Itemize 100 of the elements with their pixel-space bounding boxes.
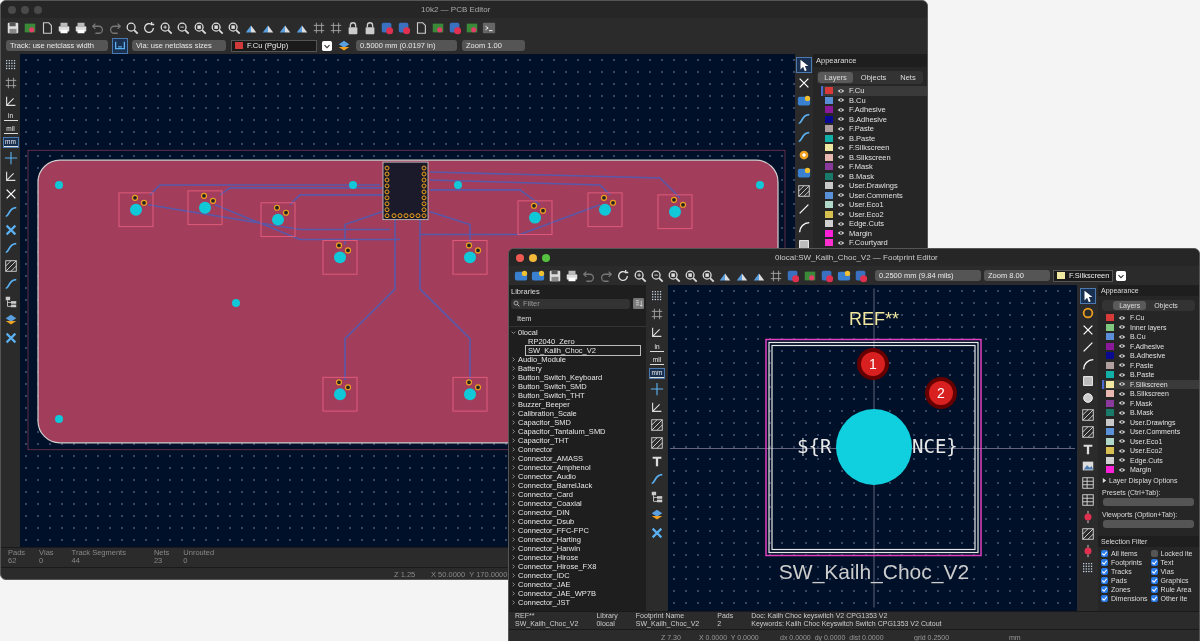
rectangle-icon[interactable] (1080, 374, 1095, 388)
chevron-icon[interactable] (511, 501, 516, 506)
chevron-icon[interactable] (511, 546, 516, 551)
eye-icon[interactable] (837, 220, 845, 227)
eye-icon[interactable] (1118, 352, 1126, 359)
hatch-icon[interactable] (1080, 425, 1095, 439)
chevron-icon[interactable] (511, 384, 516, 389)
grid-icon[interactable] (650, 307, 664, 321)
print-icon[interactable] (565, 268, 579, 283)
eye-icon[interactable] (837, 211, 845, 218)
chevron-icon[interactable] (511, 537, 516, 542)
arc-icon[interactable] (1080, 357, 1095, 371)
layer-color-swatch[interactable] (825, 87, 833, 95)
close-button[interactable] (516, 253, 524, 262)
page-icon[interactable] (414, 20, 428, 35)
track-toggle-icon[interactable] (113, 38, 127, 53)
chevron-icon[interactable] (511, 519, 516, 524)
x-mark-icon[interactable] (797, 76, 811, 90)
layer-color-swatch[interactable] (1106, 371, 1114, 379)
line-icon[interactable] (797, 202, 811, 216)
chevron-icon[interactable] (511, 357, 516, 362)
via-icon[interactable] (797, 148, 811, 162)
hatch-icon[interactable] (1080, 408, 1095, 422)
eye-icon[interactable] (1118, 438, 1126, 445)
checkbox[interactable] (1150, 594, 1158, 602)
layer-color-swatch[interactable] (1106, 323, 1114, 331)
chevron-icon[interactable] (511, 582, 516, 587)
layer-color-swatch[interactable] (825, 220, 833, 228)
route-icon[interactable] (797, 130, 811, 144)
zoom-fit-icon[interactable] (667, 268, 681, 283)
library-icon[interactable] (531, 268, 545, 283)
checkbox[interactable] (1101, 576, 1108, 584)
terminal-icon[interactable] (482, 20, 496, 35)
layer-color-swatch[interactable] (1106, 390, 1114, 398)
image-icon[interactable] (1080, 459, 1095, 473)
eye-icon[interactable] (837, 230, 845, 237)
text-tool-icon[interactable] (650, 454, 664, 468)
angle-icon[interactable] (650, 400, 664, 414)
route-icon[interactable] (797, 112, 811, 126)
checkbox[interactable] (1150, 585, 1158, 593)
layers-icon[interactable] (650, 508, 664, 522)
eye-icon[interactable] (1118, 381, 1126, 388)
pad-icon[interactable] (1080, 306, 1095, 320)
chevron-icon[interactable] (511, 402, 516, 407)
minimize-button[interactable] (529, 253, 537, 262)
layer-color-swatch[interactable] (825, 96, 833, 104)
grid-icon[interactable] (3, 76, 18, 90)
eye-icon[interactable] (837, 87, 845, 94)
chevron-icon[interactable] (511, 573, 516, 578)
chevron-icon[interactable] (511, 555, 516, 560)
layer-color-swatch[interactable] (825, 134, 833, 142)
library-icon[interactable] (797, 166, 811, 180)
layer-color-swatch[interactable] (1106, 456, 1114, 464)
layer-color-swatch[interactable] (1106, 314, 1114, 322)
table-icon[interactable] (1080, 493, 1095, 507)
checkbox[interactable] (1101, 567, 1108, 575)
chevron-icon[interactable] (511, 420, 516, 425)
print-icon[interactable] (57, 20, 71, 35)
save-icon[interactable] (548, 268, 562, 283)
grid-icon[interactable] (329, 20, 343, 35)
chevron-icon[interactable] (511, 438, 516, 443)
eye-icon[interactable] (837, 106, 845, 113)
check-icon[interactable] (380, 20, 394, 35)
layer-color-swatch[interactable] (825, 144, 833, 152)
checkbox[interactable] (1150, 567, 1158, 575)
eye-icon[interactable] (1118, 457, 1126, 464)
zoom-fit-icon[interactable] (210, 20, 224, 35)
hatch-icon[interactable] (797, 184, 811, 198)
hatch-icon[interactable] (3, 259, 18, 273)
eye-icon[interactable] (1118, 314, 1126, 321)
checkbox[interactable] (1150, 558, 1158, 566)
checkbox[interactable] (1101, 585, 1108, 593)
hatch-icon[interactable] (650, 436, 664, 450)
hierarchy-icon[interactable] (650, 490, 664, 504)
route-icon[interactable] (3, 205, 18, 219)
eye-icon[interactable] (837, 125, 845, 132)
angle-icon[interactable] (3, 169, 18, 183)
checkbox[interactable] (1150, 549, 1158, 557)
refresh-icon[interactable] (616, 268, 630, 283)
check-icon[interactable] (820, 268, 834, 283)
eye-icon[interactable] (1118, 447, 1126, 454)
layer-color-swatch[interactable] (825, 191, 833, 199)
library-icon[interactable] (797, 94, 811, 108)
layer-color-swatch[interactable] (1106, 447, 1114, 455)
layers-icon[interactable] (337, 38, 351, 53)
chevron-icon[interactable] (511, 564, 516, 569)
library-icon[interactable] (837, 268, 851, 283)
chevron-icon[interactable] (511, 375, 516, 380)
dot-grid-icon[interactable] (1080, 561, 1095, 575)
lock-icon[interactable] (346, 20, 360, 35)
eye-icon[interactable] (1118, 409, 1126, 416)
layer-color-swatch[interactable] (1106, 342, 1114, 350)
layer-color-swatch[interactable] (1106, 399, 1114, 407)
dot-grid-icon[interactable] (3, 58, 18, 72)
circle-icon[interactable] (1080, 391, 1095, 405)
eye-icon[interactable] (837, 173, 845, 180)
chevron-icon[interactable] (511, 483, 516, 488)
disclosure-icon[interactable] (1102, 477, 1107, 483)
check-icon[interactable] (397, 20, 411, 35)
select-icon[interactable] (797, 58, 811, 72)
